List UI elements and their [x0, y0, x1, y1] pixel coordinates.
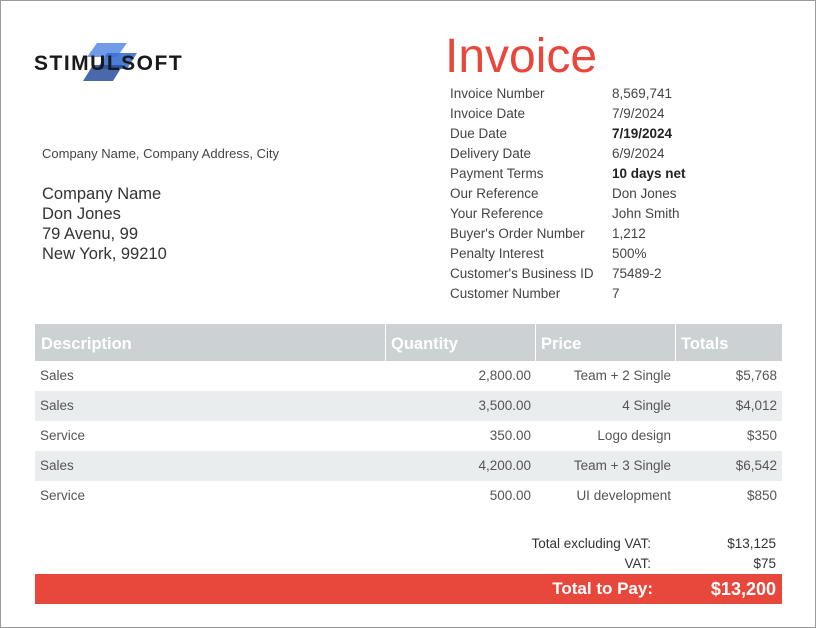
- cell-quantity: 3,500.00: [478, 398, 531, 413]
- cell-description: Service: [40, 428, 86, 443]
- summary-row-excl-vat: Total excluding VAT: $13,125: [35, 534, 782, 554]
- buyer-address: Company Name Don Jones 79 Avenu, 99 New …: [42, 184, 167, 264]
- detail-row: Invoice Date 7/9/2024: [450, 104, 730, 124]
- cell-total: $850: [746, 488, 777, 503]
- detail-value: 7/9/2024: [612, 106, 665, 121]
- detail-value: 7: [612, 286, 620, 301]
- detail-value: 8,569,741: [612, 86, 673, 101]
- summary-row-vat: VAT: $75: [35, 554, 782, 574]
- detail-value: 10 days net: [612, 166, 686, 181]
- detail-row: Penalty Interest 500%: [450, 244, 730, 264]
- detail-value: 7/19/2024: [612, 126, 673, 141]
- detail-row: Due Date 7/19/2024: [450, 124, 730, 144]
- detail-label: Our Reference: [450, 186, 539, 201]
- detail-row: Customer's Business ID 75489-2: [450, 264, 730, 284]
- detail-label: Customer Number: [450, 286, 561, 301]
- buyer-street: 79 Avenu, 99: [42, 225, 139, 243]
- detail-value: 75489-2: [612, 266, 662, 281]
- header-price: Price: [535, 324, 676, 361]
- detail-label: Penalty Interest: [450, 246, 544, 261]
- sender-address-line: Company Name, Company Address, City: [42, 146, 279, 161]
- detail-row: Our Reference Don Jones: [450, 184, 730, 204]
- detail-label: Invoice Date: [450, 106, 526, 121]
- invoice-page: STIMULSOFT Invoice Invoice Number 8,569,7…: [0, 0, 816, 628]
- detail-label: Your Reference: [450, 206, 544, 221]
- detail-value: 6/9/2024: [612, 146, 665, 161]
- table-row: Sales 2,800.00 Team + 2 Single $5,768: [35, 361, 782, 391]
- table-header: Description Quantity Price Totals: [35, 324, 782, 361]
- detail-row: Your Reference John Smith: [450, 204, 730, 224]
- detail-value: Don Jones: [612, 186, 677, 201]
- vat-label: VAT:: [624, 556, 651, 571]
- detail-label: Payment Terms: [450, 166, 544, 181]
- logo-text: STIMULSOFT: [34, 52, 184, 75]
- cell-quantity: 4,200.00: [478, 458, 531, 473]
- cell-quantity: 2,800.00: [478, 368, 531, 383]
- detail-row: Payment Terms 10 days net: [450, 164, 730, 184]
- header-quantity: Quantity: [385, 324, 536, 361]
- cell-quantity: 350.00: [489, 428, 531, 443]
- table-row: Service 500.00 UI development $850: [35, 481, 782, 511]
- cell-price: Team + 2 Single: [573, 368, 671, 383]
- cell-total: $6,542: [735, 458, 777, 473]
- detail-label: Delivery Date: [450, 146, 532, 161]
- cell-quantity: 500.00: [489, 488, 531, 503]
- buyer-company: Company Name: [42, 185, 162, 203]
- totals-summary: Total excluding VAT: $13,125 VAT: $75: [35, 534, 782, 574]
- cell-description: Sales: [40, 458, 74, 473]
- company-logo: STIMULSOFT: [34, 42, 194, 86]
- excl-vat-label: Total excluding VAT:: [531, 536, 651, 551]
- header-description: Description: [41, 335, 132, 353]
- detail-value: 500%: [612, 246, 647, 261]
- cell-total: $4,012: [735, 398, 777, 413]
- table-row: Sales 3,500.00 4 Single $4,012: [35, 391, 782, 421]
- cell-description: Sales: [40, 368, 74, 383]
- table-row: Service 350.00 Logo design $350: [35, 421, 782, 451]
- table-body: Sales 2,800.00 Team + 2 Single $5,768 Sales 3…: [35, 361, 782, 511]
- buyer-contact: Don Jones: [42, 205, 121, 223]
- total-to-pay-label: Total to Pay:: [552, 579, 653, 598]
- detail-row: Delivery Date 6/9/2024: [450, 144, 730, 164]
- header-totals: Totals: [675, 324, 781, 361]
- detail-row: Customer Number 7: [450, 284, 730, 304]
- cell-price: 4 Single: [622, 398, 671, 413]
- detail-label: Invoice Number: [450, 86, 545, 101]
- detail-label: Customer's Business ID: [450, 266, 594, 281]
- invoice-details: Invoice Number 8,569,741 Invoice Date 7/9/2…: [450, 84, 730, 304]
- cell-price: Logo design: [597, 428, 671, 443]
- buyer-city: New York, 99210: [42, 245, 167, 263]
- detail-value: John Smith: [612, 206, 680, 221]
- detail-value: 1,212: [612, 226, 646, 241]
- detail-row: Invoice Number 8,569,741: [450, 84, 730, 104]
- total-to-pay-value: $13,200: [710, 579, 776, 599]
- cell-description: Sales: [40, 398, 74, 413]
- line-items-table: Description Quantity Price Totals Sales 2…: [35, 324, 782, 511]
- invoice-title: Invoice: [445, 30, 598, 83]
- total-to-pay-bar: Total to Pay: $13,200: [35, 574, 782, 604]
- cell-total: $5,768: [735, 368, 777, 383]
- vat-value: $75: [753, 556, 776, 571]
- table-row: Sales 4,200.00 Team + 3 Single $6,542: [35, 451, 782, 481]
- excl-vat-value: $13,125: [727, 536, 776, 551]
- cell-description: Service: [40, 488, 86, 503]
- cell-total: $350: [746, 428, 777, 443]
- cell-price: UI development: [576, 488, 671, 503]
- detail-label: Due Date: [450, 126, 508, 141]
- cell-price: Team + 3 Single: [573, 458, 671, 473]
- detail-row: Buyer's Order Number 1,212: [450, 224, 730, 244]
- detail-label: Buyer's Order Number: [450, 226, 585, 241]
